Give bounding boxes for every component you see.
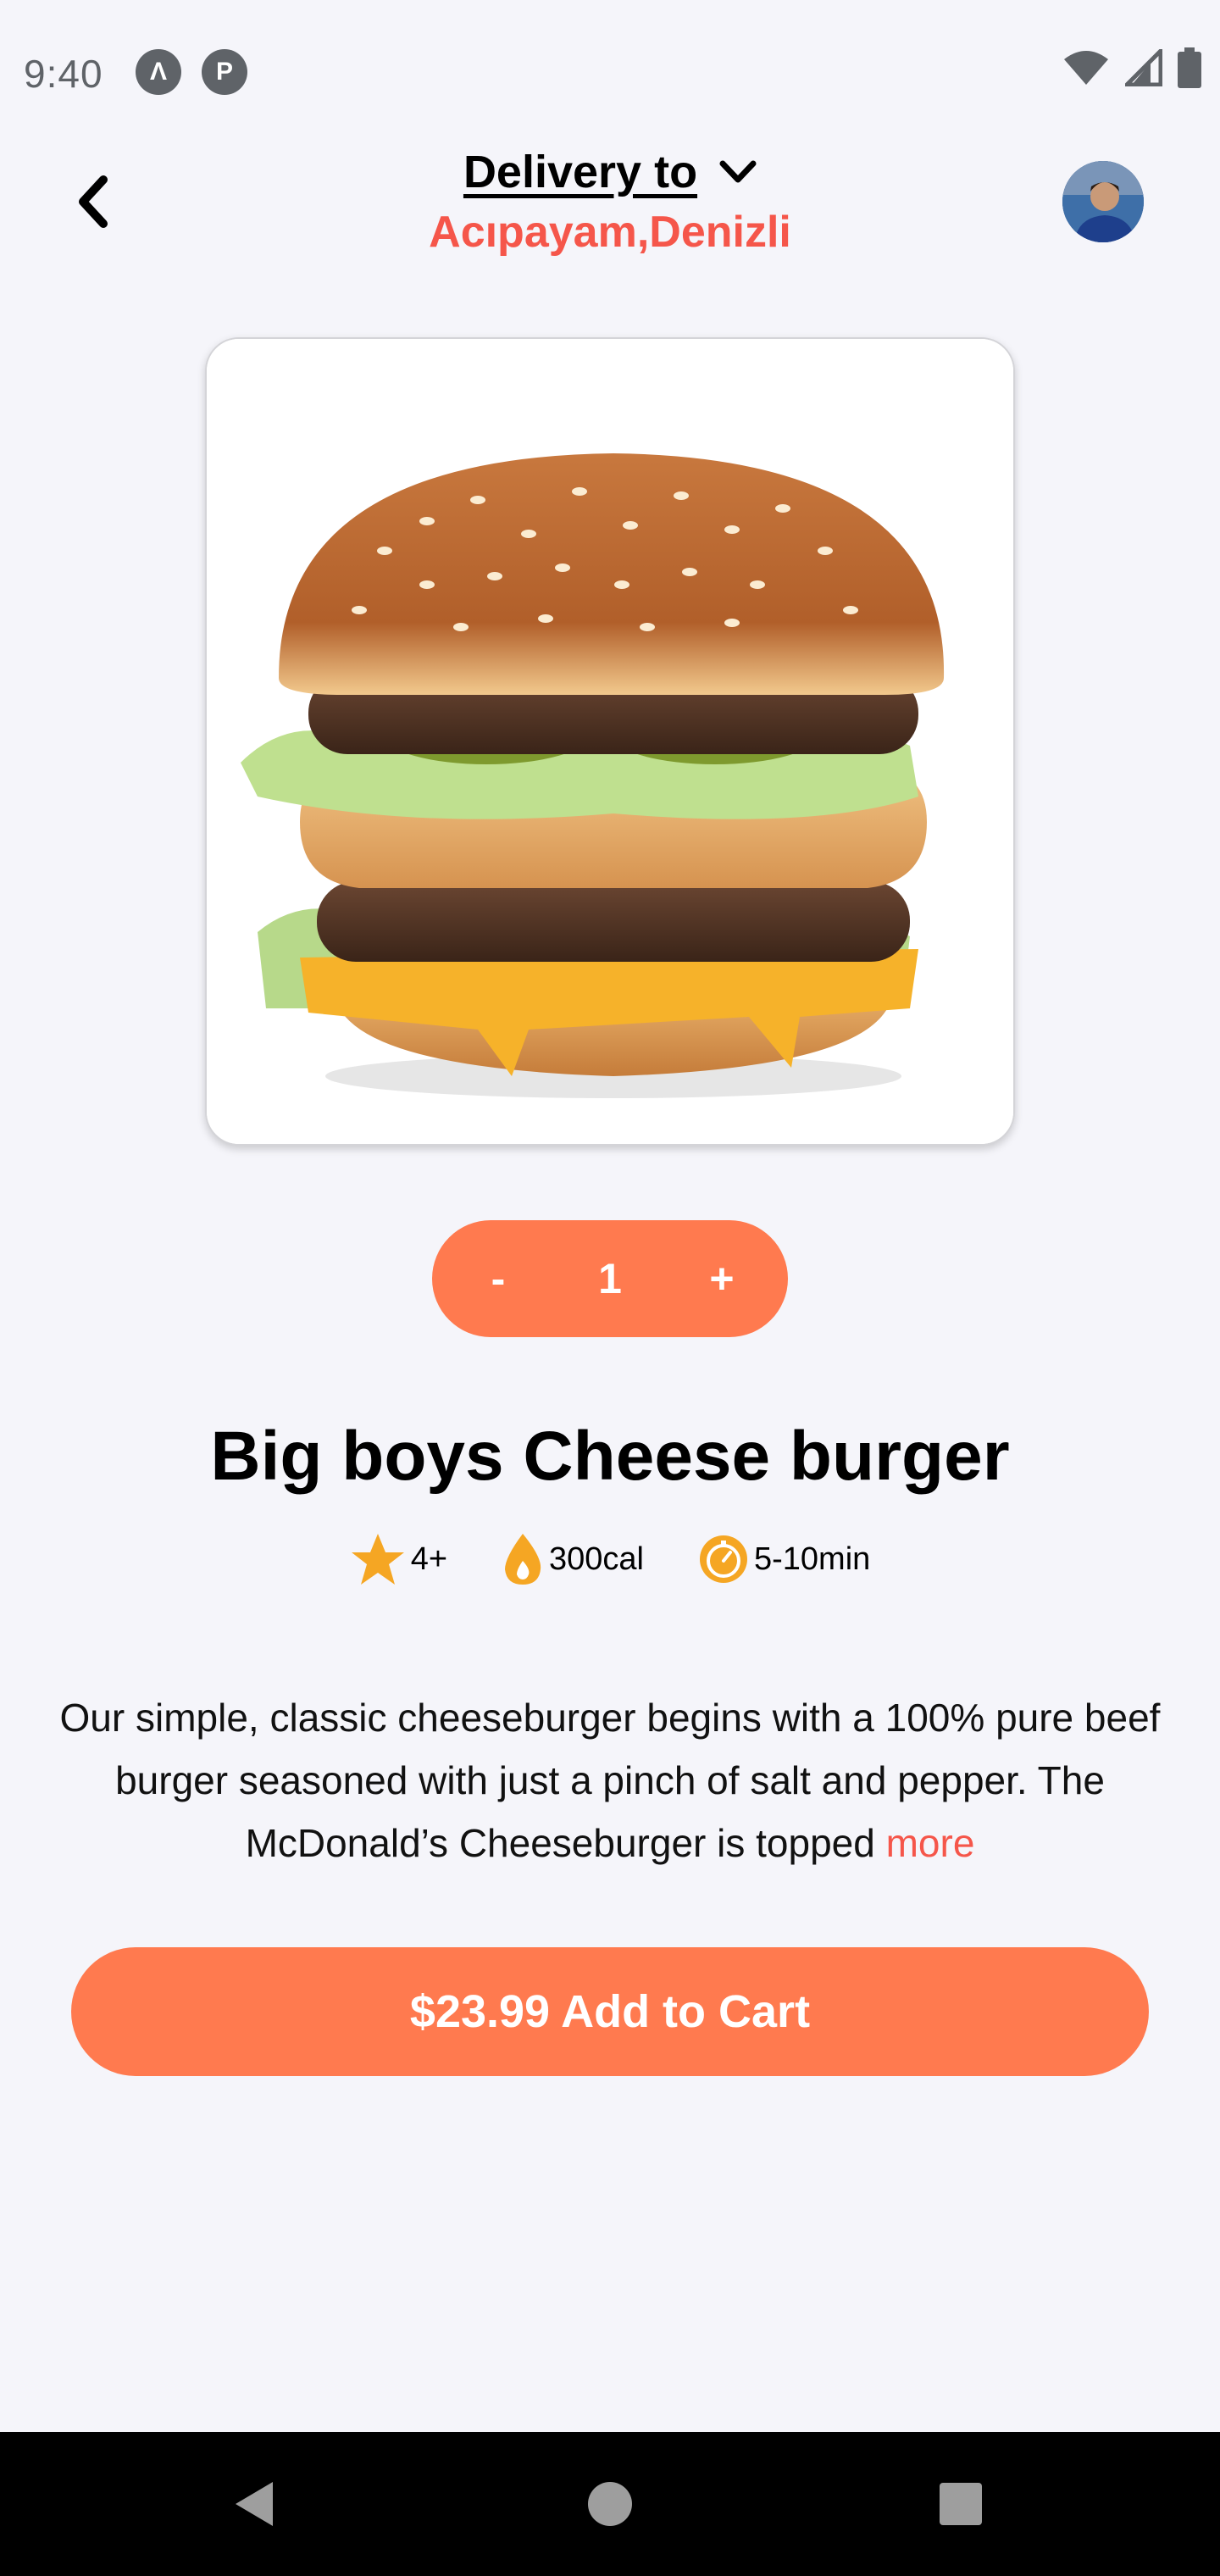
timer-icon — [700, 1535, 747, 1583]
chevron-left-icon — [79, 175, 108, 228]
prep-time: 5-10min — [698, 1534, 870, 1585]
app-notification-icon: P — [202, 49, 247, 95]
product-meta: 4+ 300cal 5-10min — [0, 1532, 1220, 1586]
signal-icon — [1125, 49, 1162, 86]
user-avatar[interactable] — [1062, 161, 1144, 242]
product-title: Big boys Cheese burger — [210, 1418, 1010, 1495]
calories-value: 300cal — [549, 1541, 644, 1577]
flame-icon — [505, 1534, 541, 1585]
product-image-card — [205, 337, 1015, 1146]
description-text: Our simple, classic cheeseburger begins … — [59, 1696, 1161, 1865]
nav-home-icon — [588, 2482, 632, 2526]
nav-recents-icon — [940, 2483, 982, 2525]
prep-time-value: 5-10min — [754, 1541, 871, 1577]
nav-back-button[interactable] — [197, 2432, 315, 2576]
calories: 300cal — [502, 1532, 644, 1586]
quantity-value: 1 — [598, 1255, 622, 1302]
more-link[interactable]: more — [886, 1821, 975, 1865]
decrease-quantity-button[interactable]: - — [473, 1254, 524, 1303]
add-to-cart-button[interactable]: $23.99 Add to Cart — [71, 1947, 1149, 2076]
nav-back-icon — [236, 2482, 273, 2526]
product-description: Our simple, classic cheeseburger begins … — [59, 1686, 1161, 1874]
battery-icon — [1178, 47, 1201, 88]
app-notification-icon: Λ — [136, 49, 181, 95]
delivery-location-selector[interactable]: Delivery to Acıpayam,Denizli — [356, 146, 864, 258]
delivery-label: Delivery to — [463, 147, 698, 197]
rating: 4+ — [350, 1532, 447, 1586]
chevron-down-icon — [719, 160, 757, 183]
nav-home-button[interactable] — [551, 2432, 669, 2576]
increase-quantity-button[interactable]: + — [696, 1254, 747, 1303]
quantity-stepper: - 1 + — [432, 1220, 788, 1337]
status-time: 9:40 — [24, 52, 103, 96]
cheeseburger-image — [207, 339, 1013, 1144]
avatar-photo — [1062, 161, 1144, 242]
status-bar: 9:40 Λ P — [0, 0, 1220, 146]
system-nav-bar — [0, 2432, 1220, 2576]
rating-value: 4+ — [410, 1541, 448, 1577]
status-icons — [1062, 47, 1201, 88]
nav-recents-button[interactable] — [901, 2432, 1020, 2576]
wifi-icon — [1064, 51, 1108, 85]
delivery-location: Acıpayam,Denizli — [429, 208, 791, 257]
back-button[interactable] — [59, 168, 127, 236]
star-icon — [351, 1534, 404, 1585]
